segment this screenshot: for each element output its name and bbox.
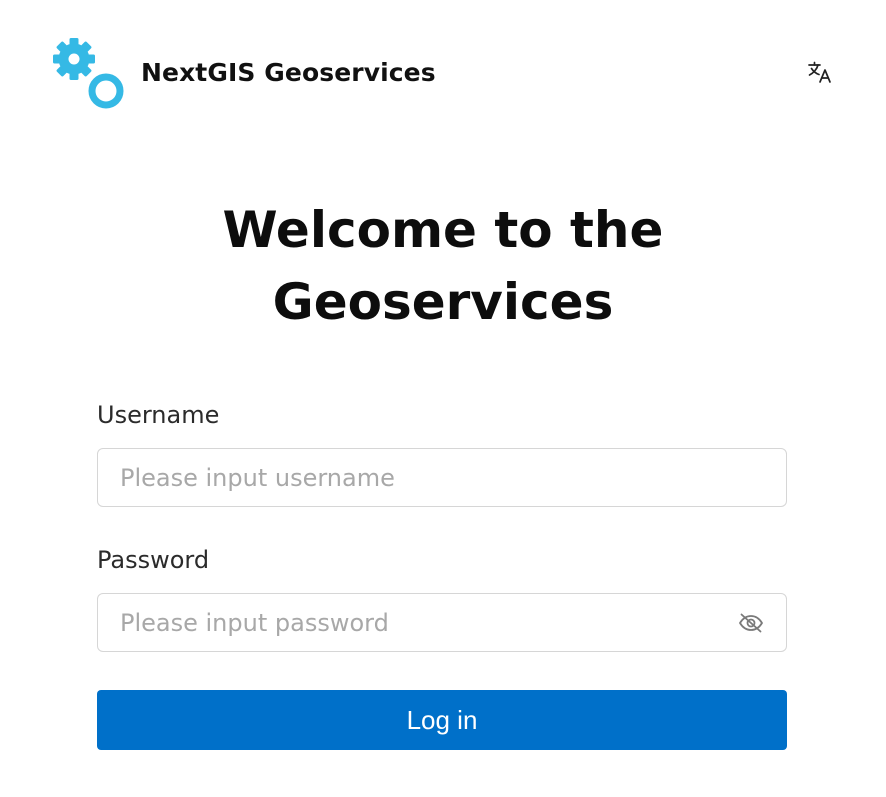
password-field-wrapper <box>97 593 787 652</box>
username-field-wrapper <box>97 448 787 507</box>
brand-name: NextGIS Geoservices <box>141 58 436 87</box>
eye-off-icon <box>739 613 763 633</box>
language-switch-button[interactable] <box>806 58 834 86</box>
header: NextGIS Geoservices <box>52 36 834 112</box>
login-button[interactable]: Log in <box>97 690 787 750</box>
gears-icon <box>52 36 126 110</box>
password-label: Password <box>97 546 210 574</box>
login-form: Username Password Log in <box>97 398 787 750</box>
username-label: Username <box>97 401 220 429</box>
password-visibility-toggle[interactable] <box>738 611 764 635</box>
username-input[interactable] <box>98 449 720 506</box>
page-title-line-2: Geoservices <box>272 273 614 331</box>
login-page: NextGIS Geoservices Welcome to the Geose… <box>0 0 886 797</box>
page-title: Welcome to the Geoservices <box>0 194 886 338</box>
translate-icon <box>808 61 831 83</box>
page-title-line-1: Welcome to the <box>222 201 664 259</box>
password-input[interactable] <box>98 594 720 651</box>
